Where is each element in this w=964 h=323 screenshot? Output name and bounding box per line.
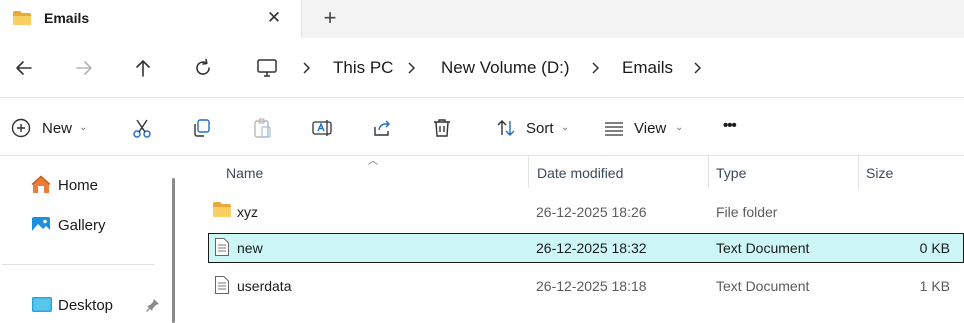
file-date: 26-12-2025 18:26: [536, 204, 647, 220]
rename-icon[interactable]: [311, 117, 333, 139]
address-bar: This PC New Volume (D:) Emails: [0, 38, 964, 98]
table-row[interactable]: userdata 26-12-2025 18:18 Text Document …: [208, 271, 964, 301]
sidebar-scrollbar[interactable]: [172, 178, 175, 323]
file-name: xyz: [237, 204, 258, 220]
paste-icon[interactable]: [251, 117, 273, 139]
view-icon[interactable]: [603, 117, 625, 139]
tab-title: Emails: [44, 10, 90, 26]
new-button[interactable]: New: [42, 120, 72, 137]
up-icon[interactable]: [131, 56, 155, 80]
chevron-down-icon: ⌄: [561, 122, 570, 133]
cut-icon[interactable]: [131, 117, 153, 139]
folder-icon: [12, 10, 32, 29]
file-name: userdata: [237, 278, 292, 294]
this-pc-icon[interactable]: [255, 56, 279, 80]
sidebar-item-label: Gallery: [58, 217, 106, 234]
sidebar-item-home[interactable]: Home: [30, 174, 140, 198]
breadcrumb-this-pc[interactable]: This PC: [333, 58, 393, 78]
sidebar-item-desktop[interactable]: Desktop: [30, 294, 162, 318]
file-type: File folder: [716, 204, 778, 220]
delete-icon[interactable]: [431, 117, 453, 139]
file-type: Text Document: [716, 278, 810, 294]
more-options-button[interactable]: •••: [723, 117, 737, 134]
sidebar-item-label: Home: [58, 177, 99, 194]
chevron-down-icon: ⌄: [79, 122, 88, 133]
text-file-icon: [214, 275, 230, 298]
column-header-name[interactable]: Name: [226, 165, 263, 181]
column-header-date[interactable]: Date modified: [537, 165, 623, 181]
file-list: ︿ Name Date modified Type Size xyz 26-12…: [196, 156, 964, 323]
sort-icon[interactable]: [495, 117, 517, 139]
new-plus-icon[interactable]: [10, 117, 32, 139]
column-divider[interactable]: [858, 156, 859, 188]
breadcrumb-emails[interactable]: Emails: [622, 58, 673, 78]
folder-icon: [212, 201, 232, 222]
copy-icon[interactable]: [191, 117, 213, 139]
desktop-icon: [32, 296, 52, 317]
sidebar-item-gallery[interactable]: Gallery: [30, 214, 140, 238]
tab-emails[interactable]: Emails ✕: [0, 0, 302, 38]
view-button[interactable]: View: [634, 120, 666, 137]
table-row[interactable]: xyz 26-12-2025 18:26 File folder: [208, 197, 964, 227]
file-size: 1 KB: [919, 278, 950, 294]
file-name: new: [237, 240, 263, 256]
column-header-row: ︿ Name Date modified Type Size: [196, 156, 964, 188]
chevron-right-icon: [588, 58, 602, 78]
forward-icon[interactable]: [72, 56, 96, 80]
chevron-right-icon: [299, 58, 313, 78]
column-divider[interactable]: [528, 156, 529, 188]
sidebar-item-label: Desktop: [58, 297, 114, 314]
pin-icon[interactable]: [146, 298, 160, 315]
navigation-pane: Home Gallery Desktop: [0, 156, 180, 323]
column-header-size[interactable]: Size: [866, 165, 893, 181]
chevron-right-icon[interactable]: [690, 58, 704, 78]
chevron-right-icon: [404, 58, 418, 78]
share-icon[interactable]: [371, 117, 393, 139]
file-date: 26-12-2025 18:32: [536, 240, 647, 256]
column-header-type[interactable]: Type: [716, 165, 746, 181]
new-tab-button[interactable]: +: [318, 6, 342, 30]
file-date: 26-12-2025 18:18: [536, 278, 647, 294]
home-icon: [30, 174, 52, 199]
tab-bar: Emails ✕ +: [0, 0, 964, 38]
sort-up-icon: ︿: [368, 156, 378, 167]
text-file-icon: [214, 237, 230, 260]
sidebar-divider: [2, 264, 154, 265]
file-type: Text Document: [716, 240, 810, 256]
command-bar: New ⌄ Sort ⌄ View ⌄ •••: [0, 98, 964, 156]
back-icon[interactable]: [12, 56, 36, 80]
sort-button[interactable]: Sort: [526, 120, 554, 137]
chevron-down-icon: ⌄: [675, 122, 684, 133]
column-divider[interactable]: [708, 156, 709, 188]
breadcrumb-new-volume[interactable]: New Volume (D:): [441, 58, 569, 78]
refresh-icon[interactable]: [191, 56, 215, 80]
close-tab-button[interactable]: ✕: [264, 8, 284, 28]
gallery-icon: [30, 214, 52, 239]
table-row-selected[interactable]: new 26-12-2025 18:32 Text Document 0 KB: [208, 233, 964, 263]
file-size: 0 KB: [919, 240, 950, 256]
